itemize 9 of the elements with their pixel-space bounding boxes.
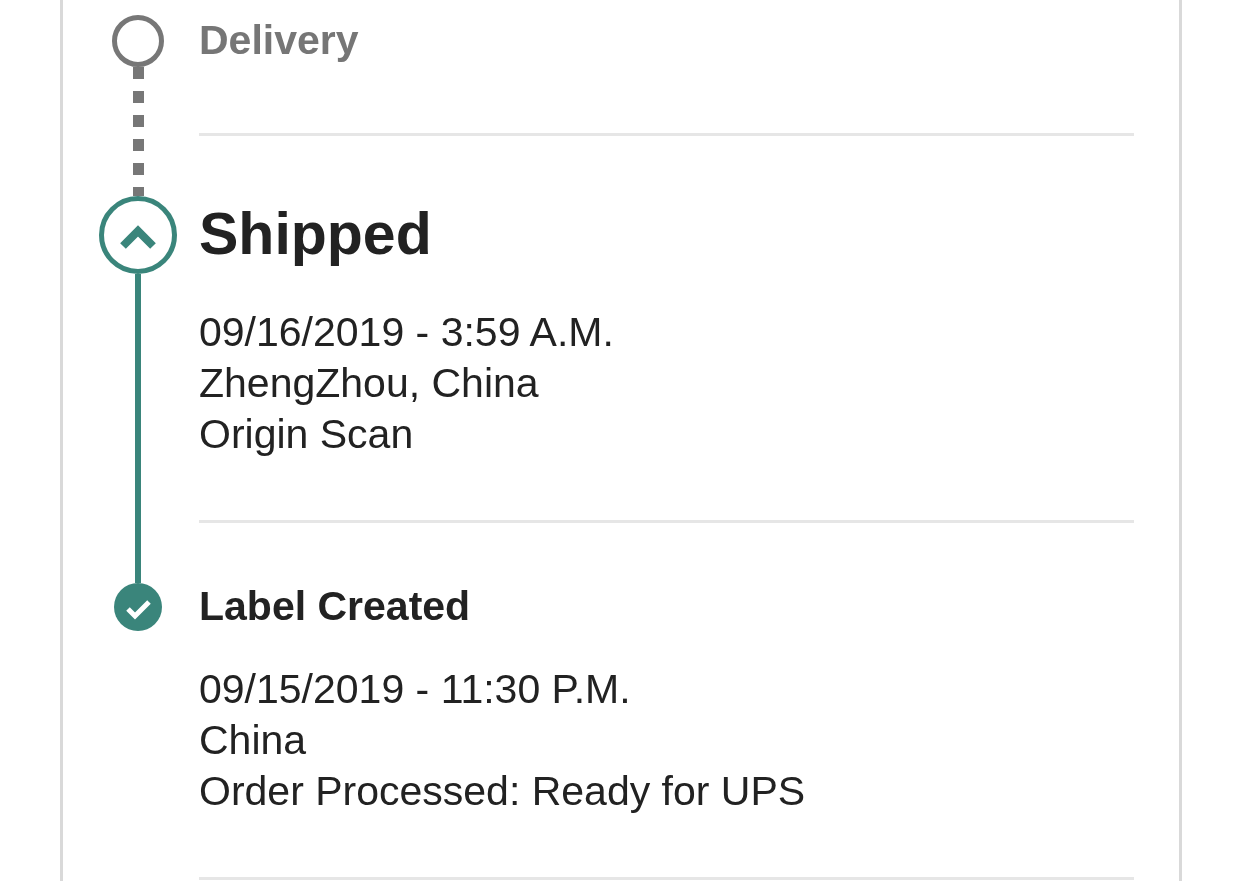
event-date-time: 09/15/2019 - 11:30 P.M. [199,665,631,714]
event-description: Order Processed: Ready for UPS [199,767,806,816]
event-location: China [199,716,307,765]
event-title: Label Created [199,583,471,631]
event-title: Delivery [199,17,359,65]
event-date-time: 09/16/2019 - 3:59 A.M. [199,308,614,357]
event-description: Origin Scan [199,410,414,459]
event-title: Shipped [199,201,432,269]
event-location: ZhengZhou, China [199,359,539,408]
